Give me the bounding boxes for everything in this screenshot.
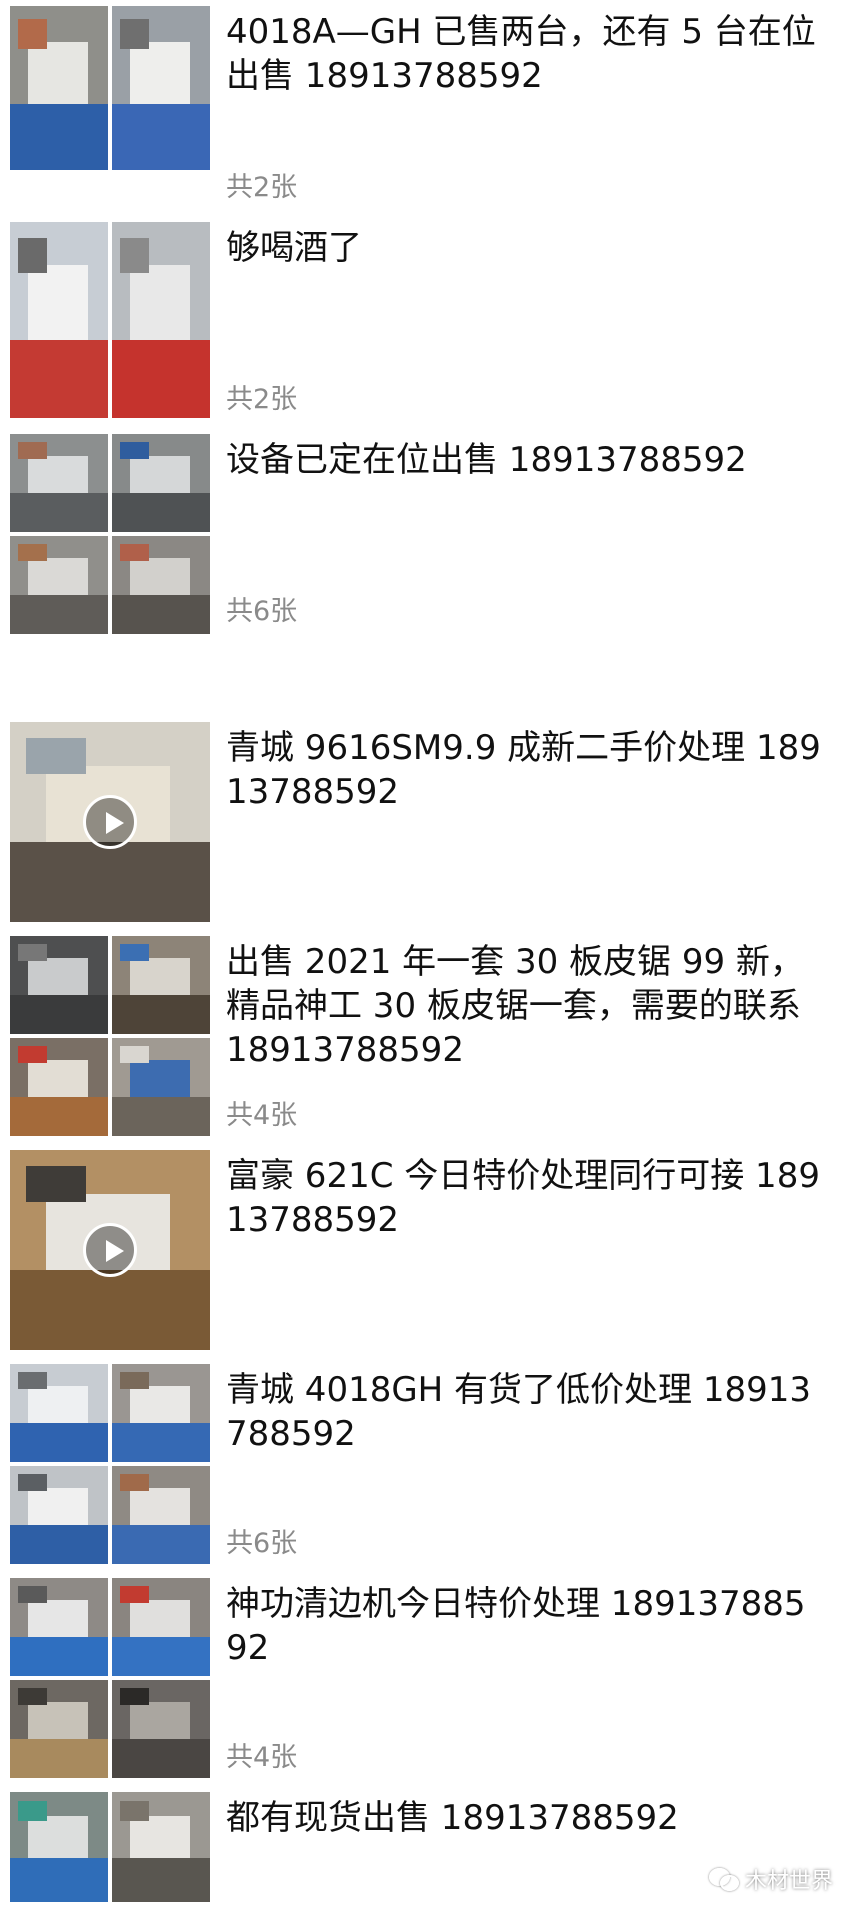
play-icon[interactable] — [83, 795, 137, 849]
post-photo[interactable] — [10, 1792, 108, 1902]
post-text: 青城 9616SM9.9 成新二手价处理 18913788592 — [226, 728, 821, 812]
post-photo[interactable] — [112, 1466, 210, 1564]
wechat-icon — [708, 1868, 739, 1891]
post-text: 青城 4018GH 有货了低价处理 18913788592 — [226, 1370, 812, 1454]
post-photo[interactable] — [10, 6, 108, 170]
post-photo[interactable] — [10, 1038, 108, 1136]
photo-count: 共4张 — [226, 1100, 298, 1131]
moments-feed: 4018A—GH 已售两台，还有 5 台在位出售 18913788592 共2张… — [0, 0, 847, 1907]
post-video-thumbnail[interactable] — [10, 1150, 210, 1350]
feed-post[interactable]: 青城 4018GH 有货了低价处理 18913788592 共6张 — [0, 1364, 847, 1564]
photo-count: 共2张 — [226, 384, 298, 415]
post-photo[interactable] — [10, 536, 108, 634]
post-photo[interactable] — [10, 222, 108, 418]
post-photo[interactable] — [10, 1466, 108, 1564]
photo-count: 共4张 — [226, 1742, 298, 1773]
post-photo[interactable] — [10, 434, 108, 532]
post-photo[interactable] — [112, 1038, 210, 1136]
post-text: 都有现货出售 18913788592 — [226, 1798, 679, 1838]
watermark-label: 木材世界 — [744, 1869, 833, 1894]
photo-count: 共2张 — [226, 172, 298, 203]
feed-post[interactable]: 设备已定在位出售 18913788592 共6张 — [0, 434, 847, 634]
post-photo[interactable] — [112, 536, 210, 634]
feed-post[interactable]: 出售 2021 年一套 30 板皮锯 99 新，精品神工 30 板皮锯一套，需要… — [0, 936, 847, 1136]
post-photo[interactable] — [10, 936, 108, 1034]
photo-count: 共6张 — [226, 596, 298, 627]
feed-post[interactable]: 青城 9616SM9.9 成新二手价处理 18913788592 — [0, 722, 847, 922]
photo-count: 共6张 — [226, 1528, 298, 1559]
post-text: 4018A—GH 已售两台，还有 5 台在位出售 18913788592 — [226, 12, 816, 96]
post-text: 设备已定在位出售 18913788592 — [226, 440, 747, 480]
feed-post[interactable]: 够喝酒了 共2张 — [0, 222, 847, 422]
post-photo[interactable] — [112, 936, 210, 1034]
post-video-thumbnail[interactable] — [10, 722, 210, 922]
feed-post[interactable]: 4018A—GH 已售两台，还有 5 台在位出售 18913788592 共2张 — [0, 6, 847, 203]
watermark: 木材世界 — [708, 1863, 833, 1895]
post-photo[interactable] — [112, 1680, 210, 1778]
post-photo[interactable] — [112, 222, 210, 418]
post-photo[interactable] — [112, 1792, 210, 1902]
post-photo[interactable] — [10, 1578, 108, 1676]
post-photo[interactable] — [112, 6, 210, 170]
post-text: 够喝酒了 — [226, 228, 362, 268]
post-text: 出售 2021 年一套 30 板皮锯 99 新，精品神工 30 板皮锯一套，需要… — [226, 942, 812, 1070]
post-photo[interactable] — [112, 1364, 210, 1462]
post-text: 神功清边机今日特价处理 18913788592 — [226, 1584, 806, 1668]
post-photo[interactable] — [112, 1578, 210, 1676]
feed-post[interactable]: 富豪 621C 今日特价处理同行可接 18913788592 — [0, 1150, 847, 1350]
play-icon[interactable] — [83, 1223, 137, 1277]
post-photo[interactable] — [10, 1680, 108, 1778]
post-photo[interactable] — [112, 434, 210, 532]
post-photo[interactable] — [10, 1364, 108, 1462]
post-text: 富豪 621C 今日特价处理同行可接 18913788592 — [226, 1156, 820, 1240]
feed-post[interactable]: 神功清边机今日特价处理 18913788592 共4张 — [0, 1578, 847, 1778]
